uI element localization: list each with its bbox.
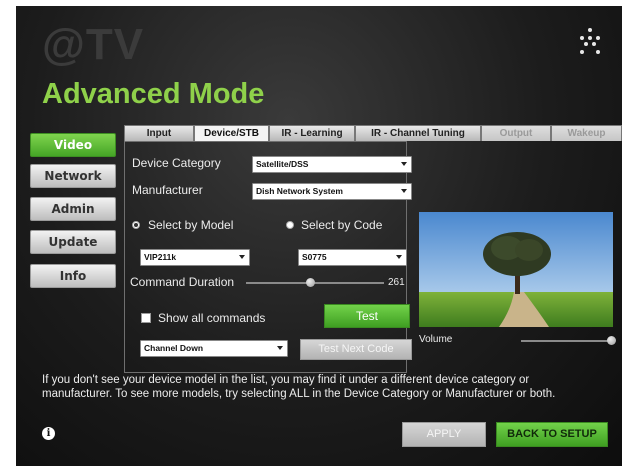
sidebar-item-update[interactable]: Update bbox=[30, 230, 116, 254]
app-logo: @TV bbox=[42, 20, 145, 69]
select-by-model-label: Select by Model bbox=[148, 218, 234, 232]
volume-thumb[interactable] bbox=[606, 336, 616, 345]
app-window: @TV Advanced Mode Video Network Admin Up… bbox=[16, 6, 622, 466]
tab-bar: Input Device/STB IR - Learning IR - Chan… bbox=[124, 125, 622, 141]
model-select[interactable]: VIP211k bbox=[140, 249, 250, 266]
sidebar-item-video[interactable]: Video bbox=[30, 133, 116, 157]
command-duration-value: 261 bbox=[388, 277, 405, 288]
manufacturer-select[interactable]: Dish Network System bbox=[252, 183, 412, 200]
apply-button: APPLY bbox=[402, 422, 486, 447]
chevron-down-icon bbox=[396, 255, 402, 259]
select-by-model-radio[interactable] bbox=[132, 221, 140, 229]
device-category-label: Device Category bbox=[132, 156, 221, 170]
sidebar-item-info[interactable]: Info bbox=[30, 264, 116, 288]
test-next-code-button: Test Next Code bbox=[300, 339, 412, 360]
volume-label: Volume bbox=[419, 334, 453, 345]
sidebar-item-network[interactable]: Network bbox=[30, 164, 116, 188]
manufacturer-label: Manufacturer bbox=[132, 183, 203, 197]
command-value: Channel Down bbox=[144, 343, 204, 353]
chevron-down-icon bbox=[239, 255, 245, 259]
show-all-commands-checkbox[interactable] bbox=[141, 313, 151, 323]
sidebar-item-admin[interactable]: Admin bbox=[30, 197, 116, 221]
show-all-commands-label: Show all commands bbox=[158, 311, 266, 325]
tab-wakeup: Wakeup bbox=[551, 125, 622, 141]
command-select[interactable]: Channel Down bbox=[140, 340, 288, 357]
info-icon[interactable]: i bbox=[42, 427, 55, 440]
chevron-down-icon bbox=[277, 346, 283, 350]
chevron-down-icon bbox=[401, 189, 407, 193]
back-to-setup-button[interactable]: BACK TO SETUP bbox=[496, 422, 608, 447]
code-select[interactable]: S0775 bbox=[298, 249, 407, 266]
chevron-down-icon bbox=[401, 162, 407, 166]
tab-ir-channel-tuning[interactable]: IR - Channel Tuning bbox=[355, 125, 481, 141]
select-by-code-radio[interactable] bbox=[286, 221, 294, 229]
select-by-code-label: Select by Code bbox=[301, 218, 383, 232]
tab-device-stb[interactable]: Device/STB bbox=[194, 125, 269, 141]
model-value: VIP211k bbox=[144, 252, 177, 262]
tab-output: Output bbox=[481, 125, 551, 141]
device-category-select[interactable]: Satellite/DSS bbox=[252, 156, 412, 173]
device-category-value: Satellite/DSS bbox=[256, 159, 309, 169]
brand-dots-icon bbox=[576, 28, 604, 58]
volume-slider[interactable] bbox=[521, 340, 611, 342]
tab-input[interactable]: Input bbox=[124, 125, 194, 141]
manufacturer-value: Dish Network System bbox=[256, 186, 343, 196]
page-title: Advanced Mode bbox=[42, 78, 265, 110]
help-text: If you don't see your device model in th… bbox=[42, 374, 556, 400]
tab-ir-learning[interactable]: IR - Learning bbox=[269, 125, 355, 141]
preview-image bbox=[419, 212, 613, 327]
test-button[interactable]: Test bbox=[324, 304, 410, 328]
command-duration-label: Command Duration bbox=[130, 275, 235, 289]
code-value: S0775 bbox=[302, 252, 327, 262]
